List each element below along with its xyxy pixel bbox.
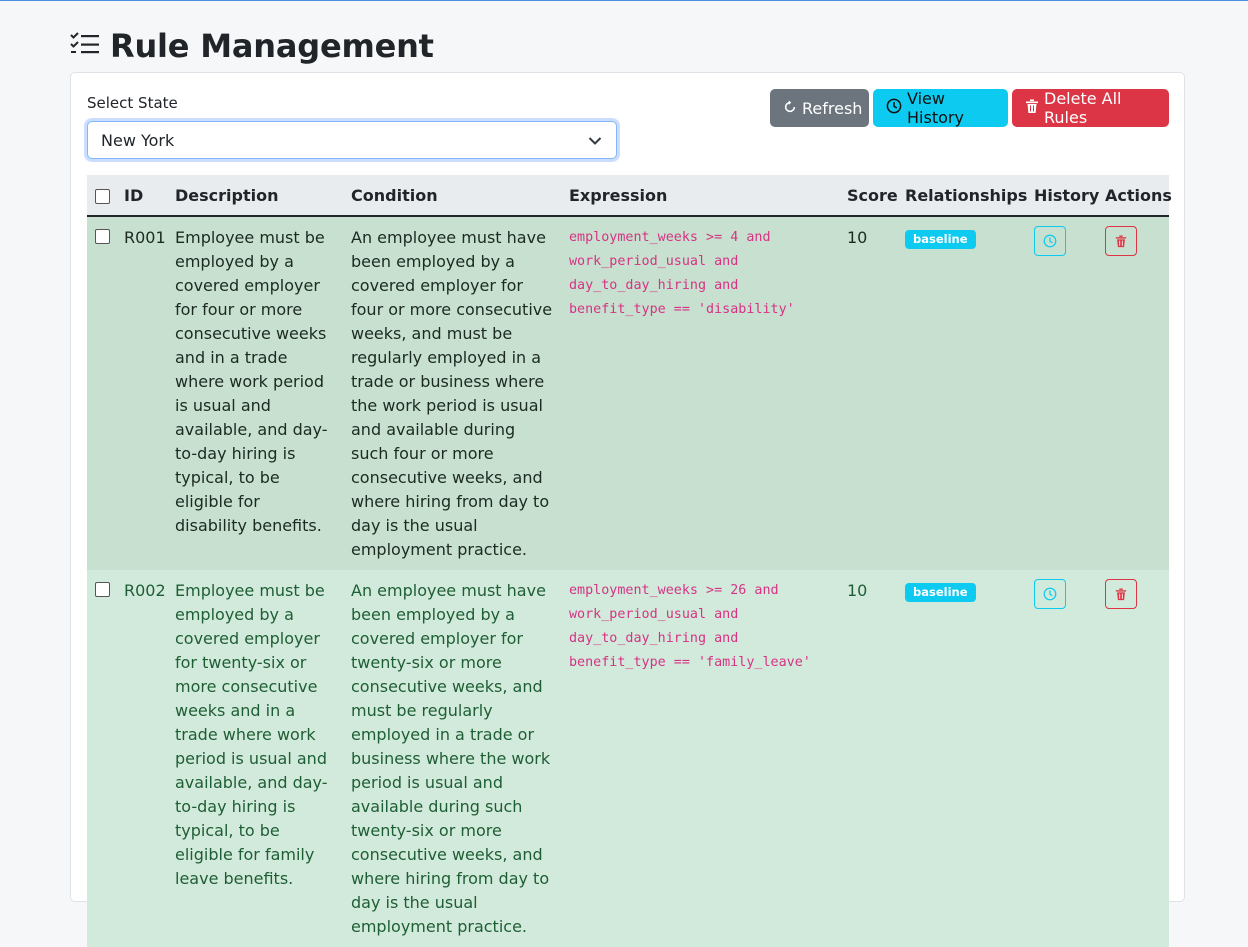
select-all-checkbox[interactable]: [95, 188, 110, 204]
state-select[interactable]: New York: [87, 121, 617, 159]
select-all-header: [87, 175, 116, 217]
rule-delete-button[interactable]: [1105, 579, 1137, 609]
trash-icon: [1115, 588, 1127, 600]
chevron-down-icon: [588, 131, 602, 150]
table-row: R002 Employee must be employed by a cove…: [87, 570, 1169, 947]
header-actions: Actions: [1097, 175, 1172, 217]
header-score: Score: [839, 175, 898, 217]
rule-relationships-cell: baseline: [897, 216, 1026, 570]
row-checkbox[interactable]: [95, 582, 110, 597]
rule-relationships-cell: baseline: [897, 570, 1026, 947]
delete-all-rules-button[interactable]: Delete All Rules: [1012, 89, 1169, 127]
rule-expression-cell: employment_weeks >= 26 and work_period_u…: [561, 570, 839, 947]
refresh-button[interactable]: Refresh: [770, 89, 869, 127]
refresh-icon: [783, 99, 797, 118]
rule-expression: employment_weeks >= 4 and work_period_us…: [569, 230, 795, 317]
rules-table: ID Description Condition Expression Scor…: [87, 175, 1172, 947]
rule-description: Employee must be employed by a covered e…: [167, 216, 343, 570]
row-select-cell: [87, 570, 116, 947]
view-history-label: View History: [907, 89, 964, 127]
page-title: Rule Management: [110, 27, 434, 65]
rule-actions-cell: [1097, 570, 1169, 947]
header-description: Description: [167, 175, 343, 217]
rules-card: Select State New York Refresh View Histo…: [70, 72, 1185, 947]
header-expression: Expression: [561, 175, 839, 217]
rule-score: 10: [839, 216, 897, 570]
trash-icon: [1115, 235, 1127, 247]
rule-condition: An employee must have been employed by a…: [343, 216, 561, 570]
rule-expression: employment_weeks >= 26 and work_period_u…: [569, 583, 811, 670]
rule-id: R001: [116, 216, 167, 570]
rule-history-button[interactable]: [1034, 579, 1066, 609]
relationship-badge: baseline: [905, 230, 976, 249]
row-select-cell: [87, 216, 116, 570]
rule-actions-cell: [1097, 216, 1169, 570]
rule-description: Employee must be employed by a covered e…: [167, 570, 343, 947]
view-history-button[interactable]: View History: [873, 89, 1008, 127]
header-id: ID: [116, 175, 167, 217]
refresh-label: Refresh: [802, 98, 863, 118]
clock-icon: [1043, 587, 1057, 601]
row-checkbox[interactable]: [95, 229, 110, 244]
rule-history-cell: [1026, 216, 1097, 570]
delete-all-rules-label: Delete All Rules: [1044, 89, 1122, 127]
rule-score: 10: [839, 570, 897, 947]
table-header-row: ID Description Condition Expression Scor…: [87, 175, 1172, 217]
rule-id: R002: [116, 570, 167, 947]
rule-history-cell: [1026, 570, 1097, 947]
state-select-value: New York: [101, 130, 175, 150]
page-header: Rule Management: [70, 27, 434, 65]
rule-delete-button[interactable]: [1105, 226, 1137, 256]
state-select-label: Select State: [87, 94, 178, 112]
trash-icon: [1025, 99, 1039, 118]
rules-table-wrapper: ID Description Condition Expression Scor…: [87, 175, 1172, 947]
rule-expression-cell: employment_weeks >= 4 and work_period_us…: [561, 216, 839, 570]
rule-history-button[interactable]: [1034, 226, 1066, 256]
clock-icon: [886, 98, 902, 118]
clock-icon: [1043, 234, 1057, 248]
rule-condition: An employee must have been employed by a…: [343, 570, 561, 947]
relationship-badge: baseline: [905, 583, 976, 602]
checklist-icon: [70, 31, 100, 62]
header-condition: Condition: [343, 175, 561, 217]
header-relationships: Relationships: [897, 175, 1027, 217]
header-history: History: [1026, 175, 1099, 217]
table-row: R001 Employee must be employed by a cove…: [87, 216, 1169, 570]
